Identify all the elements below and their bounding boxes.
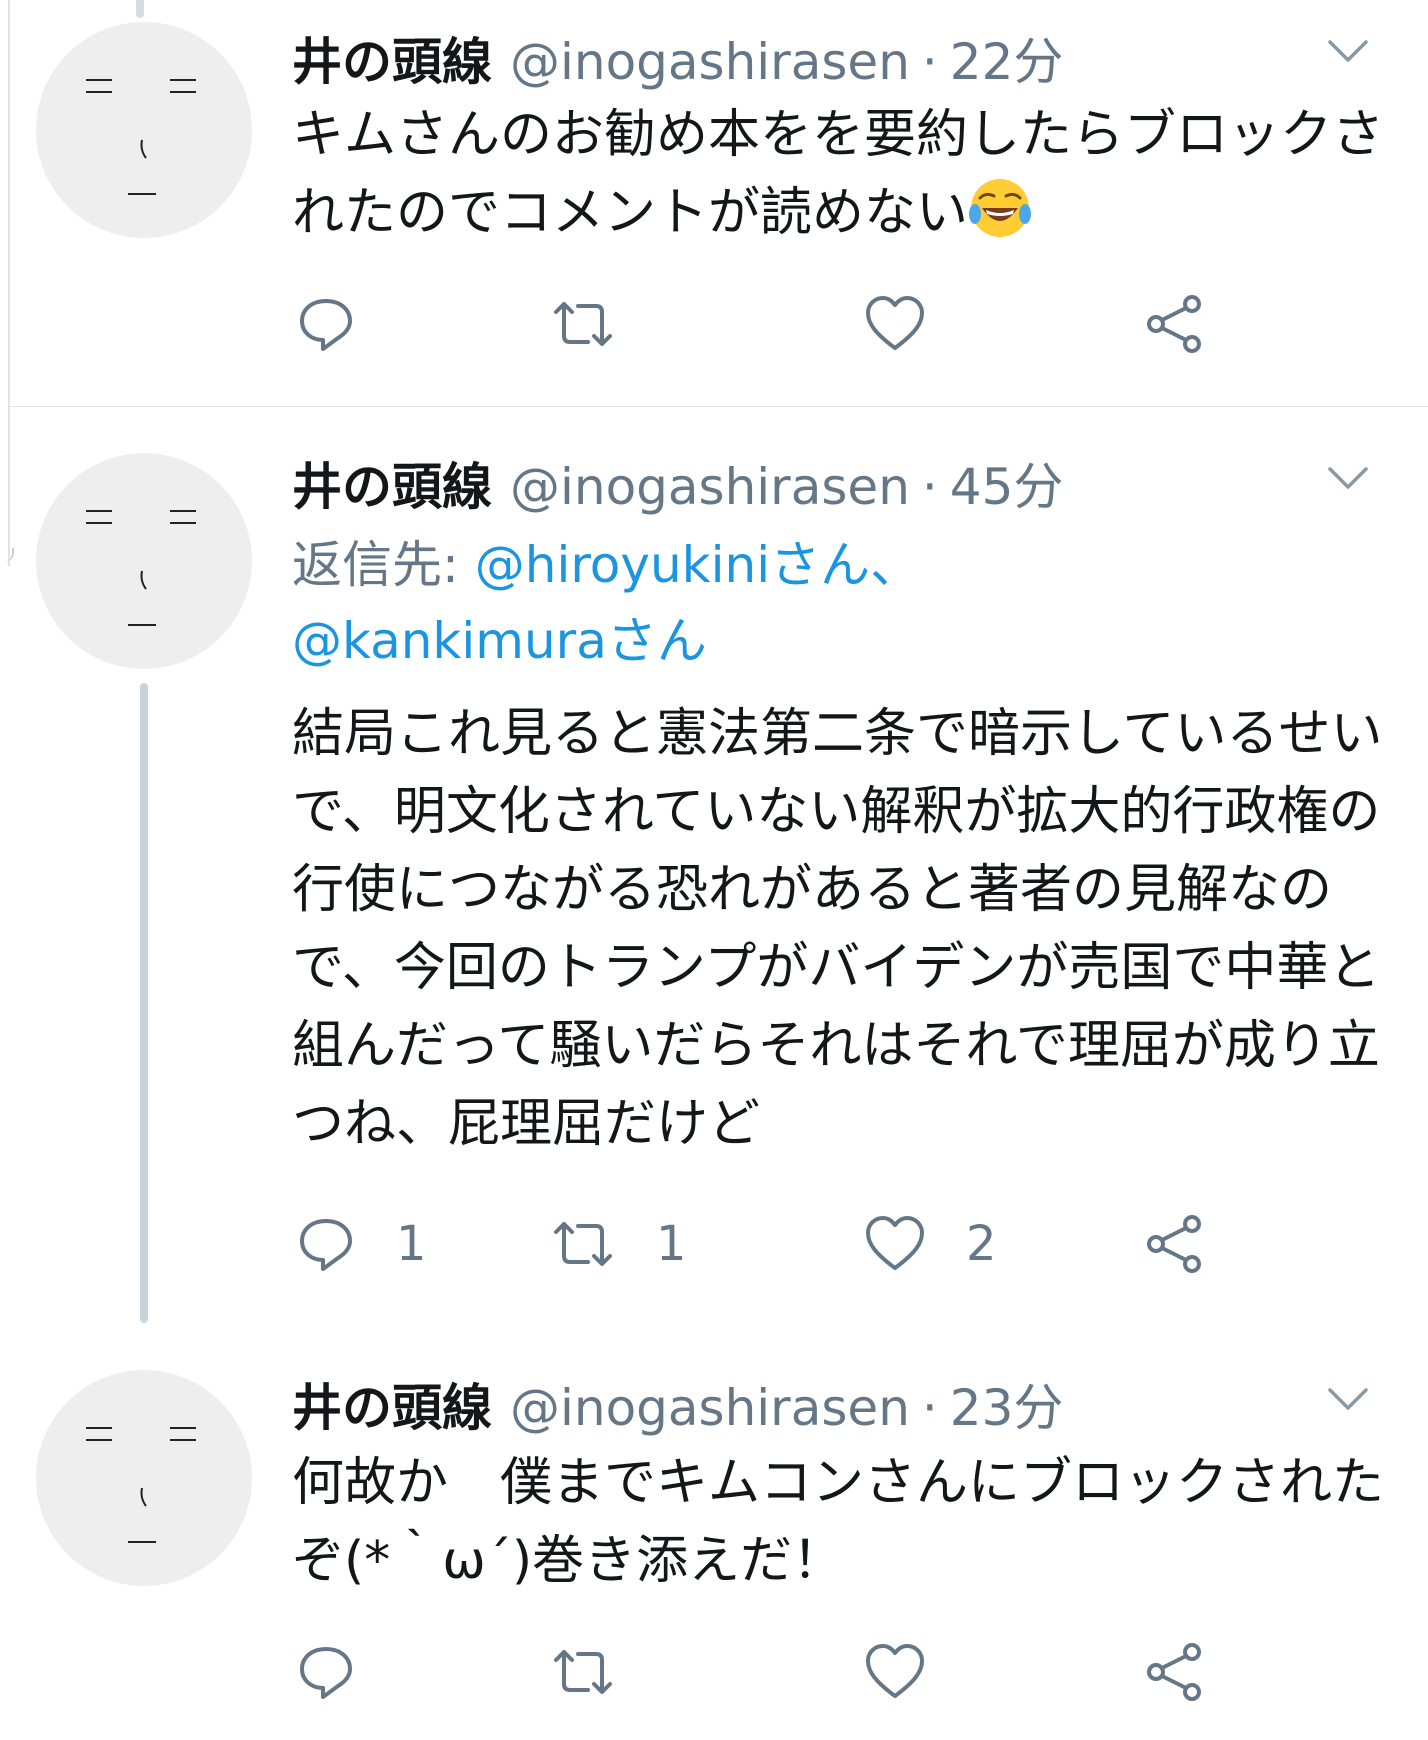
timestamp[interactable]: 22分 xyxy=(950,22,1064,94)
chevron-down-icon[interactable] xyxy=(1326,36,1370,66)
face-with-tears-of-joy-icon xyxy=(969,179,1032,237)
tweet-1[interactable]: 井の頭線 @inogashirasen · 22分 キムさんのお勧め本をを要約し… xyxy=(0,0,1428,406)
avatar[interactable] xyxy=(36,1370,252,1586)
heart-icon xyxy=(866,1644,924,1698)
tweet-text: 何故か 僕までキムコンさんにブロックされたぞ(*｀ω´)巻き添えだ！ xyxy=(292,1453,1385,1591)
tweet-2[interactable]: 井の頭線 @inogashirasen · 45分 返信先: @hiroyuki… xyxy=(0,407,1428,1323)
user-handle[interactable]: @inogashirasen xyxy=(510,33,910,91)
reply-button[interactable] xyxy=(296,1640,396,1704)
thread-connector-line xyxy=(140,683,148,1323)
retweet-button[interactable] xyxy=(550,1640,656,1704)
like-button[interactable]: 2 xyxy=(864,1212,997,1276)
timestamp[interactable]: 45分 xyxy=(950,447,1064,519)
tweet-header: 井の頭線 @inogashirasen · 23分 xyxy=(292,1368,1063,1437)
reply-button[interactable]: 1 xyxy=(296,1212,427,1276)
avatar-face-icon xyxy=(86,79,196,195)
mention-link[interactable]: @kankimuraさん xyxy=(292,612,707,670)
tweet-actions xyxy=(296,292,1296,356)
tweet-actions xyxy=(296,1640,1296,1704)
tweet-3[interactable]: 井の頭線 @inogashirasen · 23分 何故か 僕までキムコンさんに… xyxy=(0,1340,1428,1740)
reply-icon xyxy=(300,299,352,351)
separator-dot: · xyxy=(921,1379,938,1437)
avatar[interactable] xyxy=(36,453,252,669)
retweet-icon xyxy=(554,302,612,346)
share-button[interactable] xyxy=(1144,1640,1246,1704)
retweet-button[interactable]: 1 xyxy=(550,1212,687,1276)
separator-dot: · xyxy=(921,458,938,516)
like-count: 2 xyxy=(966,1216,997,1272)
retweet-icon xyxy=(554,1222,612,1266)
mention-link[interactable]: @hiroyukiniさん、 xyxy=(475,536,920,594)
heart-icon xyxy=(866,1216,924,1270)
timestamp[interactable]: 23分 xyxy=(950,1368,1064,1440)
user-handle[interactable]: @inogashirasen xyxy=(510,458,910,516)
reply-icon xyxy=(300,1647,352,1699)
tweet-text-content: キムさんのお勧め本をを要約したらブロックされたのでコメントが読めない xyxy=(292,105,1385,243)
chevron-down-icon[interactable] xyxy=(1326,463,1370,493)
share-icon xyxy=(1147,295,1201,353)
retweet-button[interactable] xyxy=(550,292,656,356)
reply-to-label: 返信先: xyxy=(292,536,475,594)
tweet-actions: 1 1 2 xyxy=(296,1212,1296,1276)
heart-icon xyxy=(866,296,924,350)
reply-button[interactable] xyxy=(296,292,396,356)
share-button[interactable] xyxy=(1144,292,1246,356)
separator-dot: · xyxy=(921,33,938,91)
display-name[interactable]: 井の頭線 xyxy=(292,447,492,519)
retweet-icon xyxy=(554,1650,612,1694)
reply-icon xyxy=(300,1219,352,1271)
reply-to-line: 返信先: @hiroyukiniさん、 @kankimuraさん xyxy=(292,527,1382,679)
user-handle[interactable]: @inogashirasen xyxy=(510,1379,910,1437)
avatar-face-icon xyxy=(86,1427,196,1543)
display-name[interactable]: 井の頭線 xyxy=(292,1368,492,1440)
tweet-header: 井の頭線 @inogashirasen · 22分 xyxy=(292,22,1063,91)
like-button[interactable] xyxy=(864,292,966,356)
avatar-face-icon xyxy=(86,510,196,626)
share-button[interactable] xyxy=(1144,1212,1246,1276)
tweet-text: 結局これ見ると憲法第二条で暗示しているせいで、明文化されていない解釈が拡大的行政… xyxy=(292,704,1383,1154)
reply-count: 1 xyxy=(396,1216,427,1272)
like-button[interactable] xyxy=(864,1640,966,1704)
display-name[interactable]: 井の頭線 xyxy=(292,22,492,94)
avatar[interactable] xyxy=(36,22,252,238)
retweet-count: 1 xyxy=(656,1216,687,1272)
chevron-down-icon[interactable] xyxy=(1326,1384,1370,1414)
share-icon xyxy=(1147,1643,1201,1701)
tweet-text: キムさんのお勧め本をを要約したらブロックされたのでコメントが読めない xyxy=(292,96,1402,252)
tweet-header: 井の頭線 @inogashirasen · 45分 xyxy=(292,447,1063,516)
share-icon xyxy=(1147,1215,1201,1273)
